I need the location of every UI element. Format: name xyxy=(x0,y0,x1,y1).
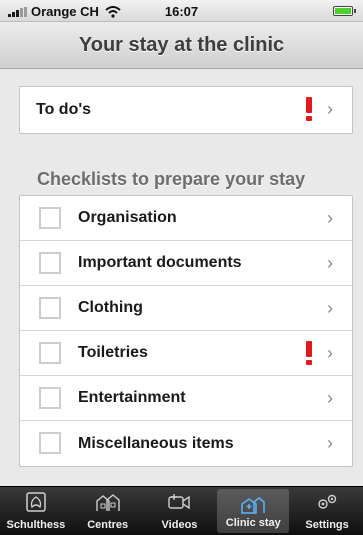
checklist-row[interactable]: Miscellaneous items › xyxy=(20,421,352,466)
tab-label: Videos xyxy=(161,519,198,531)
checkbox[interactable] xyxy=(39,252,61,274)
status-time: 16:07 xyxy=(164,4,199,19)
tab-bar: Schulthess Centres Videos Clinic stay Settin… xyxy=(0,486,363,535)
checklist-group: Organisation › Important documents › Clothin… xyxy=(19,195,353,467)
tab-videos[interactable]: Videos xyxy=(144,487,216,535)
navigation-bar: Your stay at the clinic xyxy=(0,22,363,69)
tab-label: Clinic stay xyxy=(225,517,281,529)
alert-icon xyxy=(306,341,312,365)
section-heading: Checklists to prepare your stay xyxy=(37,169,306,189)
todo-row[interactable]: To do's › xyxy=(20,87,352,133)
checklist-item-label: Miscellaneous items xyxy=(78,434,234,452)
tab-schulthess[interactable]: Schulthess xyxy=(0,487,72,535)
checklist-item-label: Important documents xyxy=(78,254,242,271)
video-camera-icon xyxy=(165,491,193,513)
gears-icon xyxy=(313,491,341,513)
chevron-right-icon: › xyxy=(327,343,333,363)
checklist-item-label: Organisation xyxy=(78,209,177,226)
tab-centres[interactable]: Centres xyxy=(72,487,144,535)
page-title: Your stay at the clinic xyxy=(78,34,285,56)
chevron-right-icon: › xyxy=(327,208,333,228)
battery-icon xyxy=(333,6,356,16)
tab-settings[interactable]: Settings xyxy=(291,487,363,535)
checkbox[interactable] xyxy=(39,342,61,364)
checklist-item-label: Toiletries xyxy=(78,344,148,361)
shell-logo-icon xyxy=(22,491,50,513)
buildings-icon xyxy=(94,491,122,513)
chevron-right-icon: › xyxy=(327,253,333,273)
chevron-right-icon: › xyxy=(327,99,333,119)
clinic-building-icon xyxy=(239,493,267,515)
chevron-right-icon: › xyxy=(327,388,333,408)
tab-label: Schulthess xyxy=(6,519,66,531)
chevron-right-icon: › xyxy=(327,298,333,318)
content-area[interactable]: To do's › Checklists to prepare your sta… xyxy=(0,69,363,486)
checklist-row[interactable]: Entertainment › xyxy=(20,376,352,421)
todo-label: To do's xyxy=(36,101,92,118)
tab-label: Settings xyxy=(305,519,349,531)
chevron-right-icon: › xyxy=(327,433,333,453)
checkbox[interactable] xyxy=(39,297,61,319)
checklist-row[interactable]: Important documents › xyxy=(20,241,352,286)
tab-label: Centres xyxy=(87,519,129,531)
checkbox[interactable] xyxy=(39,207,61,229)
checklist-item-label: Clothing xyxy=(78,299,143,316)
status-bar: Orange CH 16:07 xyxy=(0,0,363,22)
checkbox[interactable] xyxy=(39,432,61,454)
checklist-item-label: Entertainment xyxy=(78,389,186,406)
checklist-row[interactable]: Organisation › xyxy=(20,196,352,241)
checkbox[interactable] xyxy=(39,387,61,409)
checklist-row[interactable]: Clothing › xyxy=(20,286,352,331)
alert-icon xyxy=(306,97,312,121)
checklist-row[interactable]: Toiletries › xyxy=(20,331,352,376)
todo-group: To do's › xyxy=(19,86,353,134)
tab-clinic-stay[interactable]: Clinic stay xyxy=(217,489,290,533)
